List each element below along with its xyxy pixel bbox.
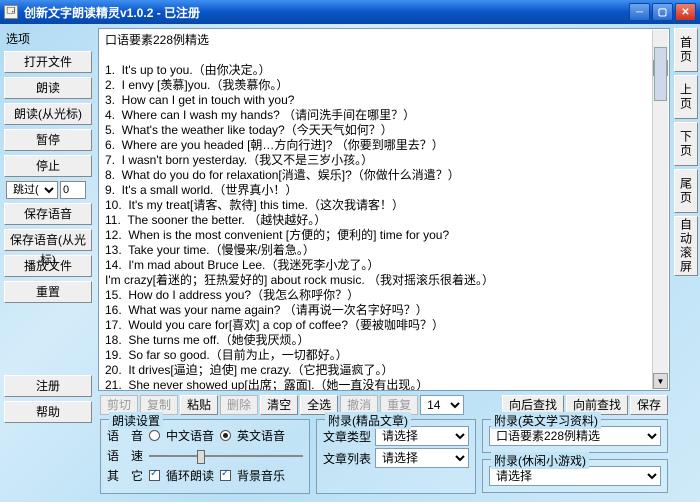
paste-button[interactable]: 粘贴 — [180, 395, 218, 415]
speed-slider[interactable] — [149, 448, 303, 464]
register-button[interactable]: 注册 — [4, 375, 92, 397]
attach-right-group: 附录(英文学习资料) 口语要素228例精选 附录(休闲小游戏) 请选择 — [482, 419, 668, 494]
lang-cn-radio[interactable] — [149, 430, 160, 441]
save-button[interactable]: 保存 — [630, 395, 668, 415]
app-icon: 🗔 — [4, 5, 18, 19]
options-label: 选项 — [6, 30, 92, 47]
open-file-button[interactable]: 打开文件 — [4, 51, 92, 73]
right-nav: 首页 上页 下页 尾页 自动滚屏 — [672, 24, 700, 502]
fontsize-select[interactable]: 14 — [420, 395, 464, 415]
delete-button[interactable]: 删除 — [220, 395, 258, 415]
minimize-button[interactable]: ─ — [629, 3, 650, 21]
window-title: 创新文字朗读精灵v1.0.2 - 已注册 — [24, 4, 200, 21]
article-list-select[interactable]: 请选择 — [375, 448, 469, 468]
bgm-check[interactable] — [220, 470, 231, 481]
clear-button[interactable]: 清空 — [260, 395, 298, 415]
save-voice-cursor-button[interactable]: 保存语音(从光标) — [4, 229, 92, 251]
loop-check[interactable] — [149, 470, 160, 481]
help-button[interactable]: 帮助 — [4, 401, 92, 423]
scroll-down-icon[interactable]: ▼ — [653, 373, 668, 389]
game-select[interactable]: 请选择 — [489, 466, 661, 486]
read-settings-group: 朗读设置 语 音 中文语音 英文语音 语 速 其 它 循环朗读 背景音乐 — [100, 419, 310, 494]
scroll-thumb[interactable] — [654, 47, 667, 101]
lang-en-radio[interactable] — [220, 430, 231, 441]
read-settings-title: 朗读设置 — [109, 412, 163, 429]
nav-autoscroll[interactable]: 自动滚屏 — [674, 216, 698, 276]
maximize-button[interactable]: ▢ — [652, 3, 673, 21]
scrollbar[interactable]: ▲ ▼ — [652, 30, 668, 389]
nav-last[interactable]: 尾页 — [674, 169, 698, 213]
attach-article-group: 附录(精品文章) 文章类型请选择 文章列表请选择 — [316, 419, 476, 494]
skip-select[interactable]: 跳过(句) — [6, 181, 58, 199]
read-from-cursor-button[interactable]: 朗读(从光标) — [4, 103, 92, 125]
stop-button[interactable]: 停止 — [4, 155, 92, 177]
reset-button[interactable]: 重置 — [4, 281, 92, 303]
skip-input[interactable] — [60, 181, 86, 199]
nav-first[interactable]: 首页 — [674, 28, 698, 72]
title-bar: 🗔 创新文字朗读精灵v1.0.2 - 已注册 ─ ▢ ✕ — [0, 0, 700, 24]
english-material-select[interactable]: 口语要素228例精选 — [489, 426, 661, 446]
nav-prev[interactable]: 上页 — [674, 75, 698, 119]
attach-eng-title: 附录(英文学习资料) — [491, 412, 601, 429]
left-panel: 选项 打开文件 朗读 朗读(从光标) 暂停 停止 跳过(句) 保存语音 保存语音… — [0, 24, 96, 502]
pause-button[interactable]: 暂停 — [4, 129, 92, 151]
attach-title: 附录(精品文章) — [325, 412, 411, 429]
attach-game-title: 附录(休闲小游戏) — [491, 452, 589, 469]
nav-next[interactable]: 下页 — [674, 122, 698, 166]
article-type-select[interactable]: 请选择 — [375, 426, 469, 446]
play-file-button[interactable]: 播放文件 — [4, 255, 92, 277]
read-button[interactable]: 朗读 — [4, 77, 92, 99]
text-area[interactable]: 口语要素228例精选 1. It's up to you.（由你决定。） 2. … — [98, 28, 670, 391]
close-button[interactable]: ✕ — [675, 3, 696, 21]
save-voice-button[interactable]: 保存语音 — [4, 203, 92, 225]
